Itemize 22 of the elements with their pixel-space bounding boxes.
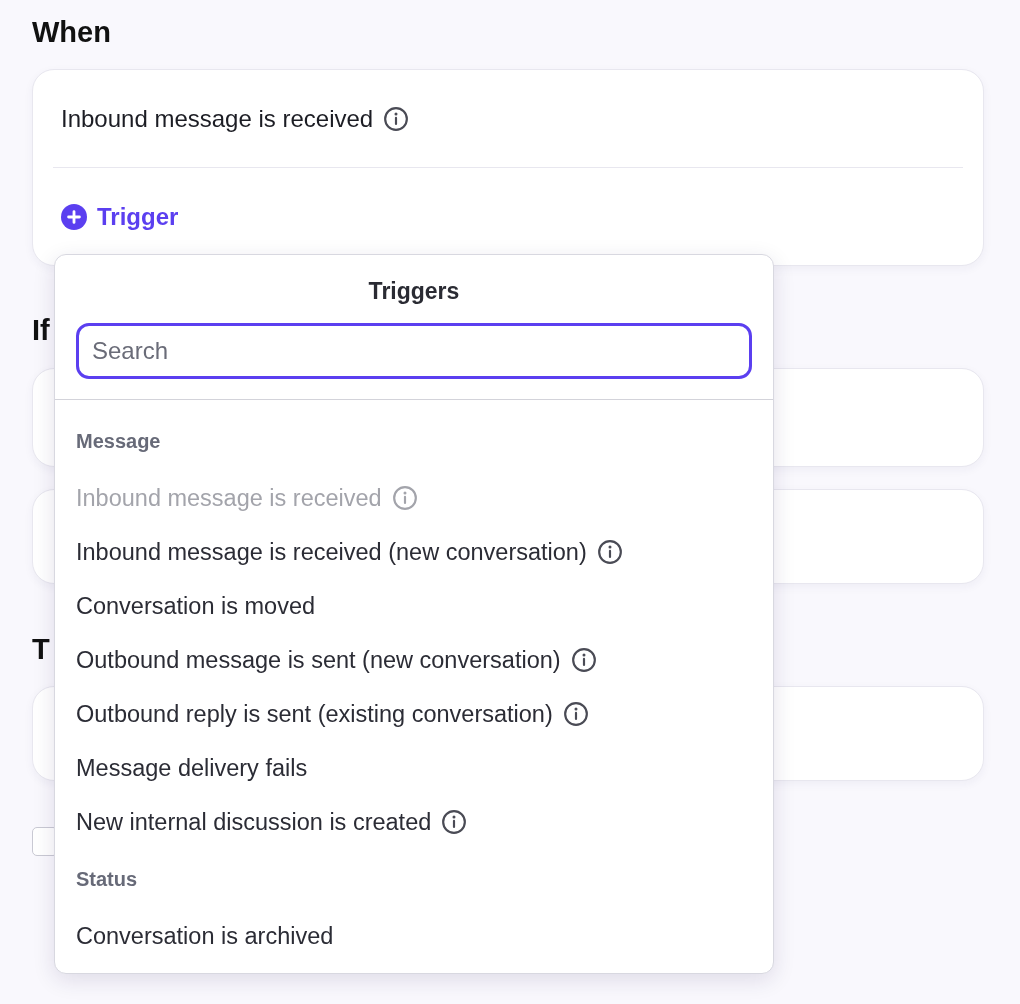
plus-icon xyxy=(61,203,87,230)
section-heading: T xyxy=(32,632,50,666)
dropdown-title: Triggers xyxy=(368,278,460,305)
trigger-option[interactable]: Conversation is moved xyxy=(76,579,316,633)
trigger-option[interactable]: New internal discussion is created xyxy=(76,795,468,849)
search-field[interactable]: Search xyxy=(76,323,752,379)
section-heading: If xyxy=(32,313,50,347)
trigger-option[interactable]: Inbound message is received (new conversation) xyxy=(76,525,623,579)
info-icon[interactable] xyxy=(596,539,623,565)
info-icon[interactable] xyxy=(383,105,410,132)
trigger-option[interactable]: Outbound message is sent (new conversation) xyxy=(76,633,597,687)
trigger-option[interactable]: Outbound reply is sent (existing conversation) xyxy=(76,687,589,741)
add-trigger-button[interactable]: Trigger xyxy=(53,168,179,265)
section-heading: When xyxy=(32,15,111,49)
info-icon[interactable] xyxy=(562,701,589,727)
trigger-option[interactable]: Conversation is archived xyxy=(76,909,334,963)
trigger-option[interactable]: Message delivery fails xyxy=(76,741,308,795)
group-label: Status xyxy=(76,866,138,892)
trigger-label: Inbound message is received xyxy=(61,104,374,133)
group-label: Message xyxy=(76,428,161,454)
info-icon[interactable] xyxy=(570,647,597,673)
info-icon[interactable] xyxy=(441,809,468,835)
